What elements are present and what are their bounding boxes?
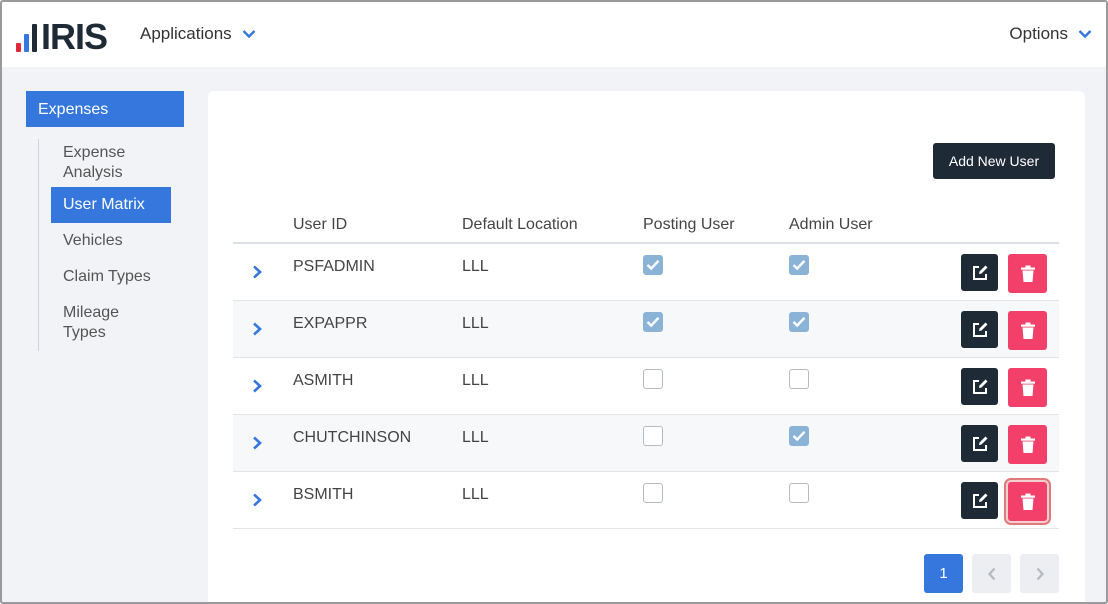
table-row: ASMITH LLL xyxy=(233,358,1059,415)
edit-user-button[interactable] xyxy=(961,368,998,405)
default-location-cell: LLL xyxy=(462,429,489,446)
chevron-right-icon[interactable] xyxy=(251,435,263,451)
posting-user-checkbox[interactable] xyxy=(643,426,663,446)
default-location-cell: LLL xyxy=(462,486,489,503)
previous-page-button[interactable] xyxy=(972,554,1011,593)
chevron-right-icon[interactable] xyxy=(251,264,263,280)
trash-icon xyxy=(1020,379,1035,396)
user-id-cell: PSFADMIN xyxy=(293,258,375,275)
table-row: CHUTCHINSON LLL xyxy=(233,415,1059,472)
posting-user-checkbox[interactable] xyxy=(643,255,663,275)
delete-user-button[interactable] xyxy=(1008,311,1047,350)
edit-icon xyxy=(972,379,987,394)
default-location-cell: LLL xyxy=(462,258,489,275)
app-frame: IRIS Applications Options Expenses Expen… xyxy=(0,0,1108,604)
chevron-down-icon xyxy=(1078,30,1092,39)
edit-icon xyxy=(972,265,987,280)
user-id-cell: BSMITH xyxy=(293,486,354,503)
check-icon xyxy=(792,430,806,442)
user-id-cell: EXPAPPR xyxy=(293,315,368,332)
delete-user-button[interactable] xyxy=(1008,254,1047,293)
admin-user-checkbox[interactable] xyxy=(789,255,809,275)
logo-bars-icon xyxy=(16,22,37,52)
add-new-user-button[interactable]: Add New User xyxy=(933,143,1055,179)
posting-user-checkbox[interactable] xyxy=(643,483,663,503)
delete-user-button[interactable] xyxy=(1008,368,1047,407)
delete-user-button[interactable] xyxy=(1004,478,1051,525)
applications-label: Applications xyxy=(140,24,232,43)
check-icon xyxy=(646,316,660,328)
user-id-cell: CHUTCHINSON xyxy=(293,429,412,446)
chevron-right-icon xyxy=(1036,567,1044,580)
column-header-posting-user: Posting User xyxy=(643,216,735,233)
sidebar-item-vehicles[interactable]: Vehicles xyxy=(51,223,171,259)
chevron-right-icon[interactable] xyxy=(251,321,263,337)
admin-user-checkbox[interactable] xyxy=(789,426,809,446)
edit-icon xyxy=(972,322,987,337)
chevron-right-icon[interactable] xyxy=(251,378,263,394)
edit-user-button[interactable] xyxy=(961,482,998,519)
sidebar-item-claim-types[interactable]: Claim Types xyxy=(51,259,171,295)
top-bar: IRIS Applications Options xyxy=(2,2,1106,67)
sidebar: Expenses Expense Analysis User Matrix Ve… xyxy=(26,91,186,351)
next-page-button[interactable] xyxy=(1020,554,1059,593)
user-id-cell: ASMITH xyxy=(293,372,354,389)
default-location-cell: LLL xyxy=(462,315,489,332)
sidebar-item-user-matrix[interactable]: User Matrix xyxy=(51,187,171,223)
trash-icon xyxy=(1020,322,1035,339)
edit-icon xyxy=(972,493,987,508)
options-label: Options xyxy=(1009,24,1068,43)
sidebar-list: Expense Analysis User Matrix Vehicles Cl… xyxy=(38,139,186,351)
posting-user-checkbox[interactable] xyxy=(643,312,663,332)
admin-user-checkbox[interactable] xyxy=(789,483,809,503)
user-matrix-panel: Add New User User ID Default Location Po… xyxy=(208,91,1085,602)
posting-user-checkbox[interactable] xyxy=(643,369,663,389)
user-table: User ID Default Location Posting User Ad… xyxy=(233,204,1059,529)
edit-user-button[interactable] xyxy=(961,425,998,462)
edit-user-button[interactable] xyxy=(961,254,998,291)
column-header-user-id: User ID xyxy=(293,216,348,233)
table-header: User ID Default Location Posting User Ad… xyxy=(233,204,1059,244)
logo-text: IRIS xyxy=(41,16,108,57)
admin-user-checkbox[interactable] xyxy=(789,312,809,332)
check-icon xyxy=(646,259,660,271)
default-location-cell: LLL xyxy=(462,372,489,389)
check-icon xyxy=(792,316,806,328)
edit-user-button[interactable] xyxy=(961,311,998,348)
column-header-admin-user: Admin User xyxy=(789,216,873,233)
trash-icon xyxy=(1020,265,1035,282)
sidebar-item-mileage-types[interactable]: Mileage Types xyxy=(51,295,141,347)
table-row: BSMITH LLL xyxy=(233,472,1059,529)
pagination: 1 xyxy=(924,554,1059,593)
trash-icon xyxy=(1020,493,1035,510)
table-row: EXPAPPR LLL xyxy=(233,301,1059,358)
trash-icon xyxy=(1020,436,1035,453)
applications-menu[interactable]: Applications xyxy=(140,24,256,44)
admin-user-checkbox[interactable] xyxy=(789,369,809,389)
chevron-down-icon xyxy=(242,30,256,39)
sidebar-item-expense-analysis[interactable]: Expense Analysis xyxy=(51,139,157,187)
check-icon xyxy=(792,259,806,271)
edit-icon xyxy=(972,436,987,451)
delete-user-button[interactable] xyxy=(1008,425,1047,464)
table-row: PSFADMIN LLL xyxy=(233,244,1059,301)
page-1-button[interactable]: 1 xyxy=(924,554,963,593)
sidebar-section-expenses[interactable]: Expenses xyxy=(26,91,184,127)
chevron-left-icon xyxy=(987,567,995,580)
options-menu[interactable]: Options xyxy=(1009,24,1092,44)
iris-logo[interactable]: IRIS xyxy=(16,16,108,57)
column-header-default-location: Default Location xyxy=(462,216,578,233)
chevron-right-icon[interactable] xyxy=(251,492,263,508)
